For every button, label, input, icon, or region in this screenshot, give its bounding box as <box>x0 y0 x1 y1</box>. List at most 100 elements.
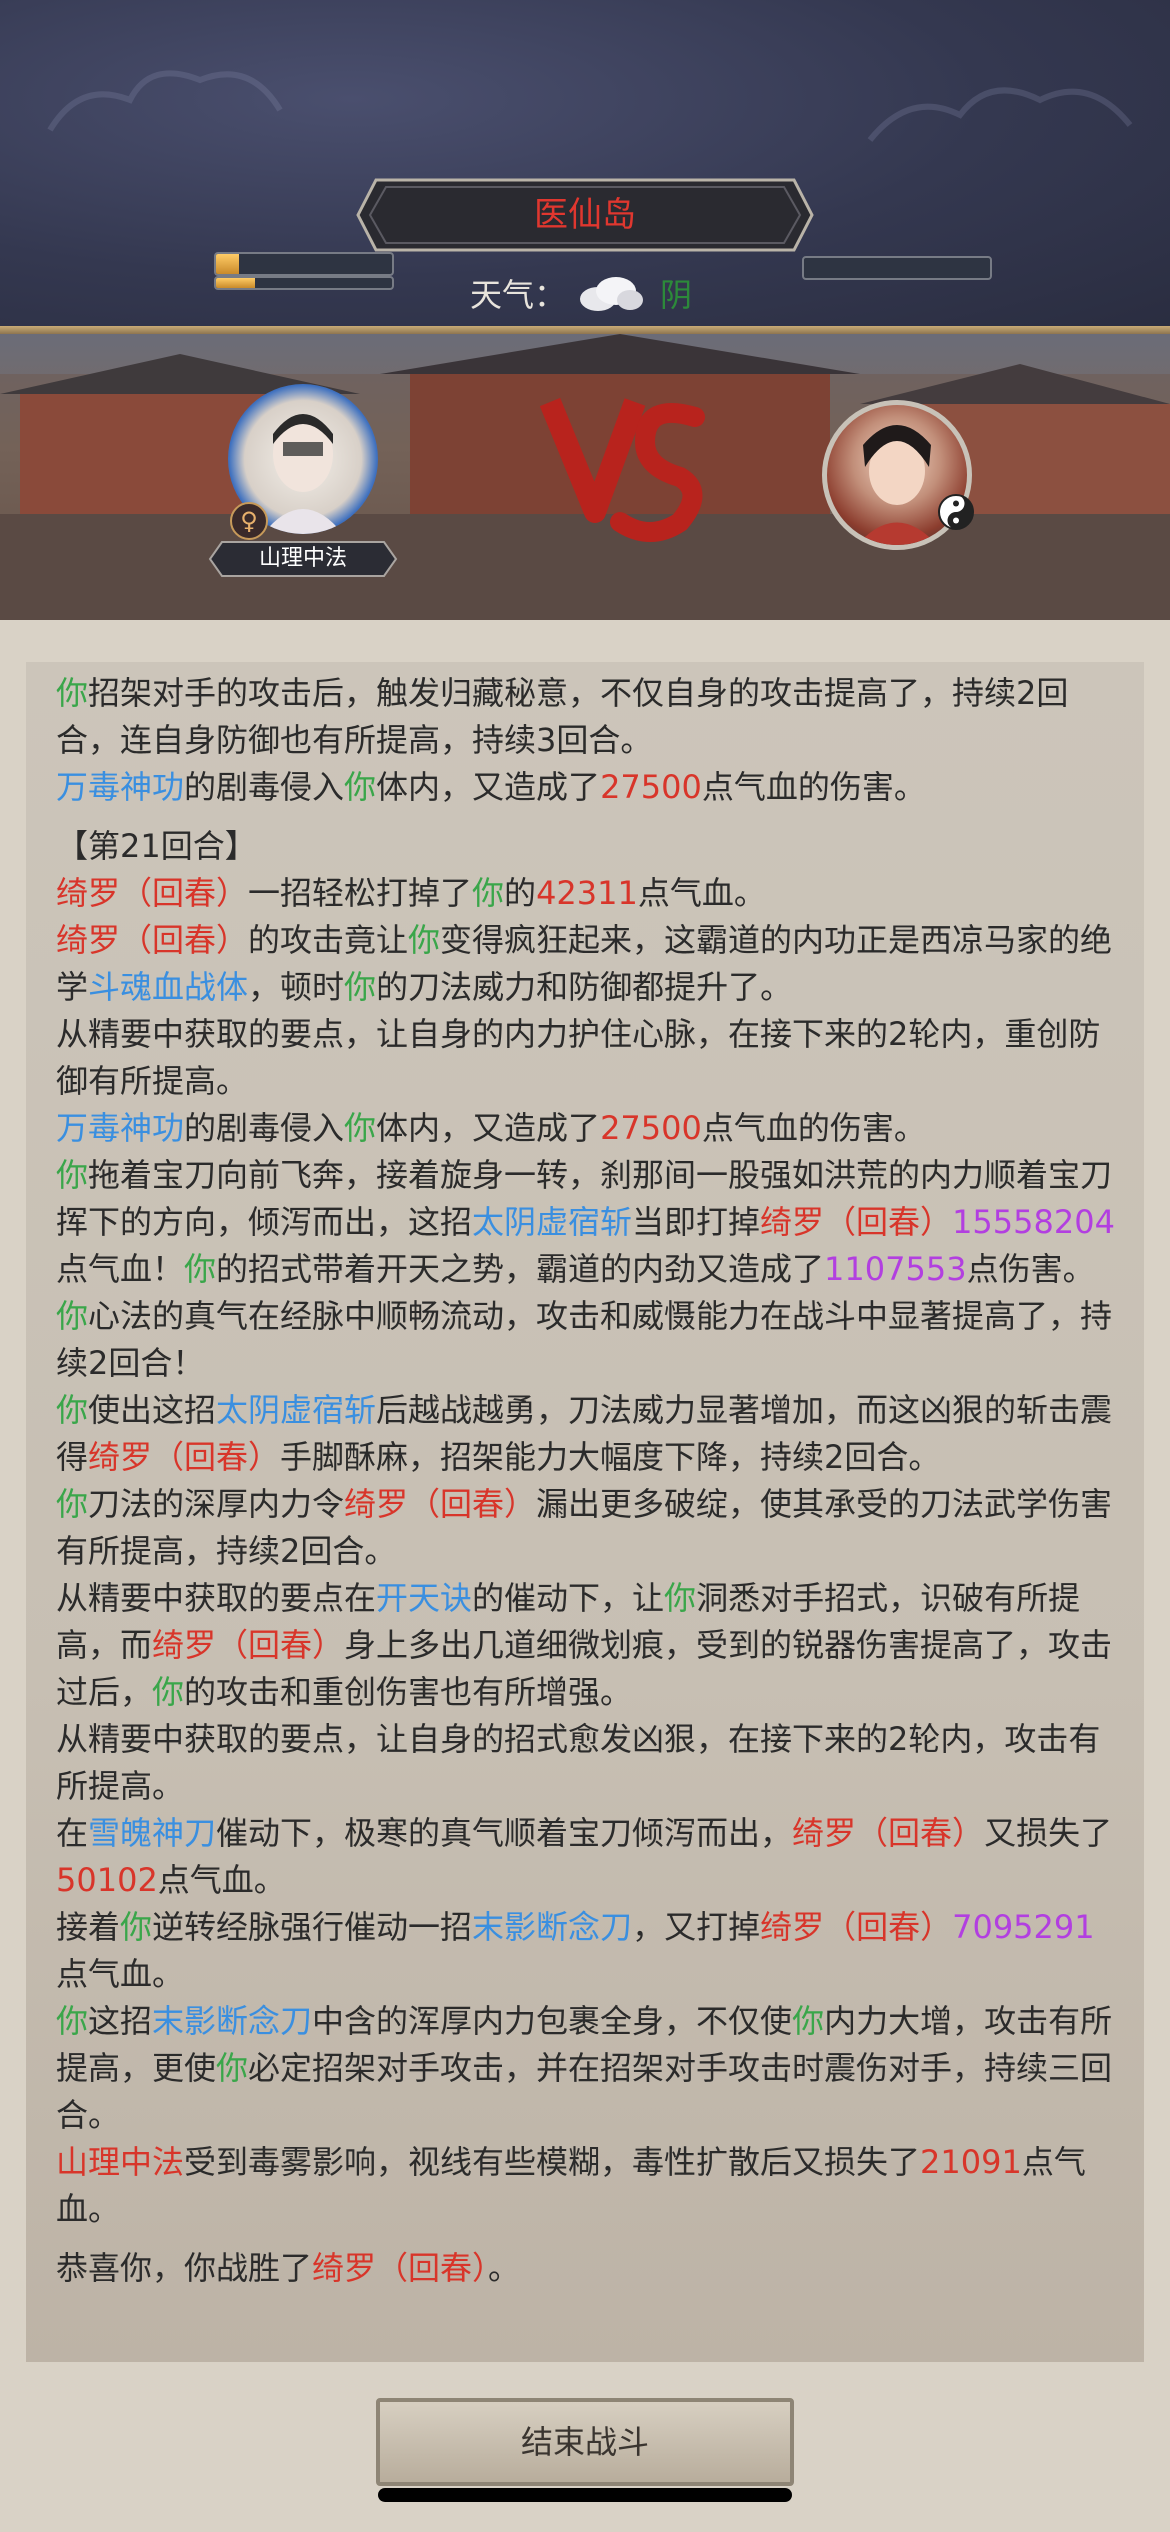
log-segment: 你 <box>664 1579 697 1617</box>
log-entry: 从精要中获取的要点在开天诀的催动下，让你洞悉对手招式，识破有所提高，而绮罗（回春… <box>56 1575 1122 1716</box>
log-segment: 万毒神功 <box>56 768 185 806</box>
log-segment: 绮罗（回春） <box>88 1438 281 1476</box>
log-segment: 你 <box>344 768 377 806</box>
log-segment: 末影断念刀 <box>472 1908 633 1946</box>
log-entry: 恭喜你，你战胜了绮罗（回春）。 <box>56 2245 1122 2292</box>
log-segment: 点伤害。 <box>966 1250 1095 1288</box>
log-segment: 你 <box>216 2049 249 2087</box>
log-segment: 1107553 <box>824 1250 967 1288</box>
female-icon: ♀ <box>230 502 268 540</box>
location-header: 医仙岛 天气： 阴 <box>0 0 1170 330</box>
log-entry: 【第21回合】 <box>56 823 1122 870</box>
log-segment: 你 <box>56 1391 89 1429</box>
log-segment: 你 <box>120 1908 153 1946</box>
log-segment: 点气血。 <box>637 874 766 912</box>
log-segment: 你 <box>344 1109 377 1147</box>
log-segment: 27500 <box>600 1109 702 1147</box>
log-segment: ，又打掉 <box>632 1908 761 1946</box>
header-divider <box>0 326 1170 334</box>
player-name: 山理中法 <box>258 546 347 571</box>
log-entry: 绮罗（回春）的攻击竟让你变得疯狂起来，这霸道的内功正是西凉马家的绝学斗魂血战体，… <box>56 917 1122 1011</box>
log-segment: ，顿时 <box>248 968 345 1006</box>
log-segment: 从精要中获取的要点，让自身的招式愈发凶狠，在接下来的2轮内，攻击有所提高。 <box>56 1720 1101 1805</box>
player-hp-bar <box>214 252 394 276</box>
cloud-decoration <box>867 87 1133 142</box>
log-segment: 心法的真气在经脉中顺畅流动，攻击和威慑能力在战斗中显著提高了，持续2回合！ <box>56 1297 1113 1382</box>
log-segment: 你 <box>184 1250 217 1288</box>
log-entry: 万毒神功的剧毒侵入你体内，又造成了27500点气血的伤害。 <box>56 764 1122 811</box>
log-segment: 接着 <box>56 1908 121 1946</box>
log-segment: 手脚酥麻，招架能力大幅度下降，持续2回合。 <box>280 1438 941 1476</box>
log-segment: 逆转经脉强行催动一招 <box>152 1908 473 1946</box>
taiji-icon <box>938 494 974 530</box>
log-entry: 你使出这招太阴虚宿斩后越战越勇，刀法威力显著增加，而这凶狠的斩击震得绮罗（回春）… <box>56 1387 1122 1481</box>
home-indicator[interactable] <box>378 2488 792 2502</box>
log-segment: 中含的浑厚内力包裹全身，不仅使 <box>312 2002 793 2040</box>
log-entry: 绮罗（回春）一招轻松打掉了你的42311点气血。 <box>56 870 1122 917</box>
log-entry: 你拖着宝刀向前飞奔，接着旋身一转，刹那间一股强如洪荒的内力顺着宝刀挥下的方向，倾… <box>56 1152 1122 1387</box>
weather-label: 天气： <box>470 276 567 314</box>
log-segment: 受到毒雾影响，视线有些模糊，毒性扩散后又损失了 <box>184 2143 921 2181</box>
log-segment: 万毒神功 <box>56 1109 185 1147</box>
log-segment: 一招轻松打掉了 <box>248 874 473 912</box>
log-segment: 绮罗（回春） <box>312 2249 489 2287</box>
log-entry: 山理中法受到毒雾影响，视线有些模糊，毒性扩散后又损失了21091点气血。 <box>56 2139 1122 2233</box>
end-battle-button[interactable]: 结束战斗 <box>376 2398 794 2486</box>
log-entry: 你刀法的深厚内力令绮罗（回春）漏出更多破绽，使其承受的刀法武学伤害有所提高，持续… <box>56 1481 1122 1575</box>
log-entry: 接着你逆转经脉强行催动一招末影断念刀，又打掉绮罗（回春）7095291 点气血。 <box>56 1904 1122 1998</box>
log-segment: 绮罗（回春） <box>56 921 249 959</box>
log-entry: 在雪魄神刀催动下，极寒的真气顺着宝刀倾泻而出，绮罗（回春）又损失了 50102点气… <box>56 1810 1122 1904</box>
battle-log: 你 招架对手的攻击后，触发归藏秘意，不仅自身的攻击提高了，持续2回合，连自身防御也… <box>56 670 1122 2292</box>
vs-icon <box>540 397 705 542</box>
log-segment: 的刀法威力和防御都提升了。 <box>376 968 793 1006</box>
log-segment: 绮罗（回春） <box>760 1908 953 1946</box>
log-entry: 从精要中获取的要点，让自身的内力护住心脉，在接下来的2轮内，重创防御有所提高。 <box>56 1011 1122 1105</box>
log-segment: 体内，又造成了 <box>376 768 601 806</box>
log-segment: 50102 <box>56 1861 158 1899</box>
log-segment: 在 <box>56 1814 89 1852</box>
log-segment: 你 <box>56 1297 89 1335</box>
log-segment: 27500 <box>600 768 702 806</box>
location-plate: 医仙岛 <box>356 178 814 252</box>
cloud-icon <box>580 277 644 311</box>
weather-indicator: 天气： 阴 <box>470 268 720 318</box>
log-segment: 的催动下，让 <box>472 1579 665 1617</box>
location-name: 医仙岛 <box>534 195 636 235</box>
log-segment: 的剧毒侵入 <box>184 768 345 806</box>
player-mp-bar <box>214 276 394 290</box>
log-segment: 。 <box>488 2249 521 2287</box>
log-segment: 从精要中获取的要点在 <box>56 1579 377 1617</box>
log-segment: 绮罗（回春） <box>760 1203 953 1241</box>
log-segment: 催动下，极寒的真气顺着宝刀倾泻而出， <box>216 1814 793 1852</box>
log-segment: 又损失了 <box>984 1814 1113 1852</box>
log-segment: 这招 <box>88 2002 153 2040</box>
log-segment: 的 <box>504 874 537 912</box>
log-segment: 绮罗（回春） <box>792 1814 985 1852</box>
battle-banner: ♀ 山理中法 <box>0 334 1170 620</box>
log-entry: 万毒神功的剧毒侵入你体内，又造成了27500点气血的伤害。 <box>56 1105 1122 1152</box>
log-segment: 你 <box>472 874 505 912</box>
log-segment: 从精要中获取的要点，让自身的内力护住心脉，在接下来的2轮内，重创防御有所提高。 <box>56 1015 1101 1100</box>
log-segment: 斗魂血战体 <box>88 968 249 1006</box>
log-segment: 点气血。 <box>56 1955 185 1993</box>
log-segment: 你 <box>152 1673 185 1711</box>
log-segment: 你 <box>408 921 441 959</box>
log-segment: 的攻击和重创伤害也有所增强。 <box>184 1673 633 1711</box>
log-segment: 绮罗（回春） <box>152 1626 345 1664</box>
log-segment: 恭喜你，你战胜了 <box>56 2249 313 2287</box>
log-segment: 招架对手的攻击后，触发归藏秘意，不仅自身的攻击提高了，持续2回合，连自身防御也有… <box>56 674 1069 759</box>
log-segment: 点气血的伤害。 <box>701 768 926 806</box>
log-segment: 7095291 <box>952 1908 1095 1946</box>
log-segment: 刀法的深厚内力令 <box>88 1485 345 1523</box>
log-segment: 当即打掉 <box>632 1203 761 1241</box>
log-entry: 你招架对手的攻击后，触发归藏秘意，不仅自身的攻击提高了，持续2回合，连自身防御也… <box>56 670 1122 764</box>
weather-value: 阴 <box>660 276 693 314</box>
log-entry: 从精要中获取的要点，让自身的招式愈发凶狠，在接下来的2轮内，攻击有所提高。 <box>56 1716 1122 1810</box>
log-segment: 点气血。 <box>157 1861 286 1899</box>
log-segment: 山理中法 <box>56 2143 185 2181</box>
enemy-hp-bar <box>802 256 992 280</box>
battle-log-panel[interactable]: 你 招架对手的攻击后，触发归藏秘意，不仅自身的攻击提高了，持续2回合，连自身防御也… <box>26 662 1144 2362</box>
log-segment: 绮罗（回春） <box>56 874 249 912</box>
log-segment: 末影断念刀 <box>152 2002 313 2040</box>
log-segment: 绮罗（回春） <box>344 1485 537 1523</box>
